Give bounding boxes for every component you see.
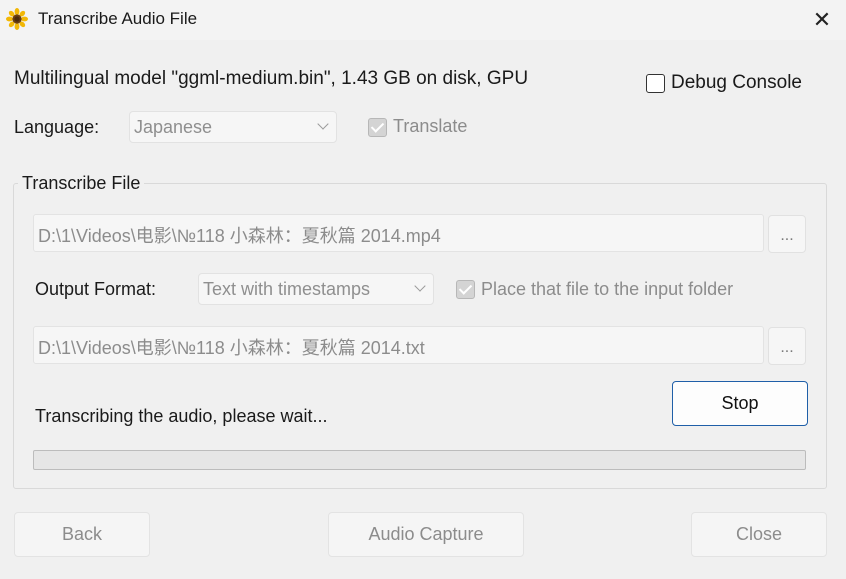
title-bar: Transcribe Audio File ✕ (0, 0, 846, 40)
chevron-down-icon (414, 280, 426, 292)
translate-checkbox[interactable] (368, 118, 387, 137)
model-info-label: Multilingual model "ggml-medium.bin", 1.… (14, 68, 529, 89)
close-icon: ✕ (812, 7, 832, 32)
status-text: Transcribing the audio, please wait... (35, 406, 328, 426)
output-file-path-field[interactable]: D:\1\Videos\电影\№118 小森林：夏秋篇 2014.txt (33, 326, 764, 364)
browse-output-button[interactable]: ... (768, 327, 806, 365)
stop-button[interactable]: Stop (672, 381, 808, 426)
place-in-input-folder-checkbox[interactable] (456, 280, 475, 299)
transcription-progress-bar (33, 450, 806, 470)
checkmark-icon (458, 281, 473, 295)
language-select-value: Japanese (134, 117, 213, 137)
close-button[interactable]: Close (691, 512, 827, 557)
sunflower-icon (6, 8, 28, 30)
window-close-button[interactable]: ✕ (808, 6, 836, 34)
input-file-path-field[interactable]: D:\1\Videos\电影\№118 小森林：夏秋篇 2014.mp4 (33, 214, 764, 252)
place-in-input-folder-label[interactable]: Place that file to the input folder (481, 279, 733, 300)
output-format-select-value: Text with timestamps (203, 279, 371, 299)
transcribe-file-group-title: Transcribe File (18, 173, 145, 194)
checkmark-icon (370, 119, 385, 133)
output-format-label: Output Format: (35, 279, 157, 299)
debug-console-checkbox[interactable] (646, 74, 665, 93)
window-title: Transcribe Audio File (38, 9, 198, 28)
chevron-down-icon (317, 118, 329, 130)
output-format-select[interactable]: Text with timestamps (198, 273, 434, 305)
browse-input-button[interactable]: ... (768, 215, 806, 253)
back-button[interactable]: Back (14, 512, 150, 557)
debug-console-label[interactable]: Debug Console (671, 72, 802, 94)
language-select[interactable]: Japanese (129, 111, 337, 143)
language-label: Language: (14, 117, 100, 137)
audio-capture-button[interactable]: Audio Capture (328, 512, 524, 557)
translate-label[interactable]: Translate (393, 116, 467, 137)
